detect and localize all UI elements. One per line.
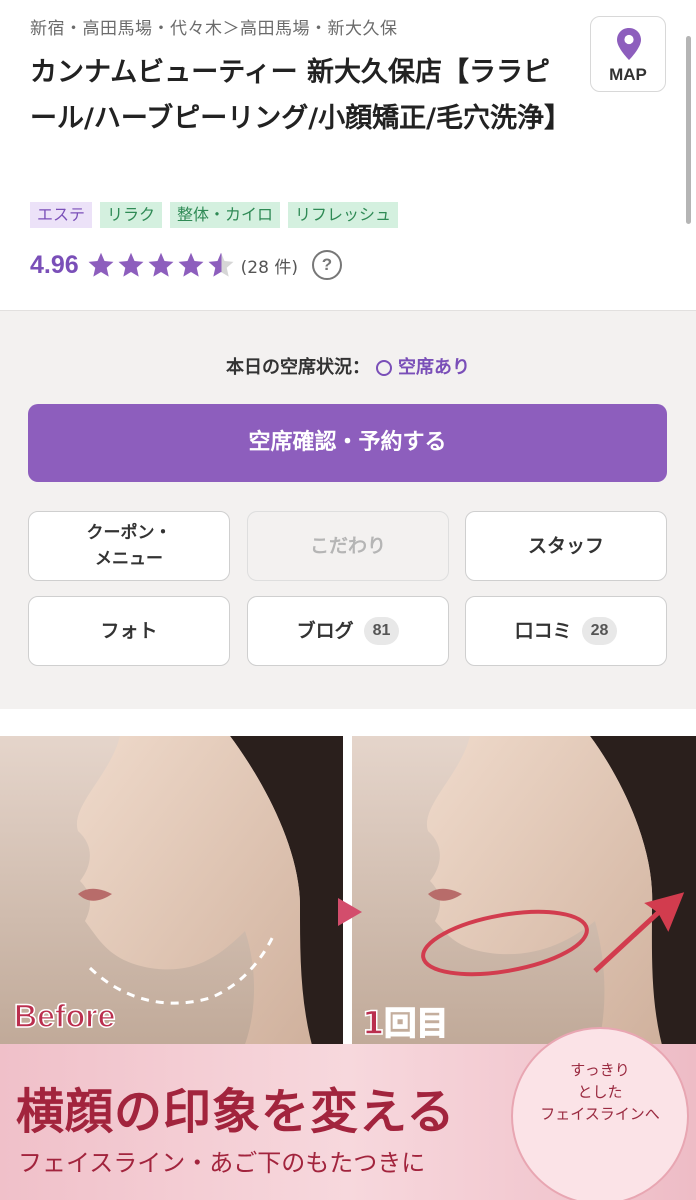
circle-line-3: フェイスラインへ	[540, 1105, 660, 1123]
reservation-panel: 本日の空席状況： 空席あり 空席確認・予約する クーポン・ メニュー こだわり ス…	[0, 310, 696, 709]
map-button[interactable]: MAP	[590, 16, 666, 92]
availability-status: 本日の空席状況： 空席あり	[0, 353, 696, 379]
staff-button[interactable]: スタッフ	[465, 511, 667, 581]
tag-relax: リラク	[100, 202, 163, 228]
salon-header: 新宿・高田馬場・代々木＞高田馬場・新大久保 カンナムビューティー 新大久保店【ラ…	[0, 0, 696, 310]
after-label: 1回目	[361, 1003, 449, 1043]
reviews-label: 口コミ	[514, 620, 572, 642]
salon-name: カンナムビューティー 新大久保店【ララピール/ハーブピーリング/小顔矯正/毛穴洗…	[30, 57, 571, 134]
scrollbar[interactable]	[686, 36, 691, 224]
category-tags: エステ リラク 整体・カイロ リフレッシュ	[30, 202, 399, 228]
blog-label: ブログ	[296, 620, 354, 642]
availability-value: 空席あり	[398, 357, 470, 378]
banner-circle-text: すっきり とした フェイスラインへ	[512, 1059, 688, 1125]
kodawari-button: こだわり	[247, 511, 449, 581]
reserve-button[interactable]: 空席確認・予約する	[28, 404, 667, 482]
reviews-button[interactable]: 口コミ 28	[465, 596, 667, 666]
star-icon	[148, 252, 174, 277]
half-star-icon	[208, 252, 234, 277]
availability-label: 本日の空席状況：	[226, 357, 370, 378]
blog-count-badge: 81	[363, 617, 400, 645]
tag-esthe: エステ	[30, 202, 93, 228]
circle-icon	[376, 360, 392, 376]
photo-button[interactable]: フォト	[28, 596, 230, 666]
menu-label: メニュー	[95, 549, 163, 569]
review-count[interactable]: (28 件)	[241, 253, 298, 278]
star-icon	[118, 252, 144, 277]
rating-row: 4.96 (28 件) ?	[30, 247, 342, 283]
star-icon	[178, 252, 204, 277]
breadcrumb[interactable]: 新宿・高田馬場・代々木＞高田馬場・新大久保	[30, 14, 398, 39]
rating-stars	[87, 251, 235, 279]
star-icon	[88, 252, 114, 277]
promo-banner[interactable]: Before 1回目 横顔の印象を変える フェイスライン・あご下のもたつきに す…	[0, 736, 696, 1200]
rating-score: 4.96	[30, 250, 79, 279]
banner-headline: 横顔の印象を変える	[16, 1084, 456, 1140]
before-label: Before	[13, 997, 116, 1035]
tag-seitai: 整体・カイロ	[170, 202, 281, 228]
help-icon[interactable]: ?	[311, 250, 342, 280]
coupon-menu-button[interactable]: クーポン・ メニュー	[28, 511, 230, 581]
tag-refresh: リフレッシュ	[288, 202, 399, 228]
circle-line-2: とした	[577, 1083, 623, 1101]
reviews-count-badge: 28	[581, 617, 618, 645]
map-label: MAP	[609, 65, 647, 84]
blog-button[interactable]: ブログ 81	[247, 596, 449, 666]
map-pin-icon	[617, 28, 641, 60]
circle-line-1: すっきり	[570, 1061, 630, 1079]
banner-subline: フェイスライン・あご下のもたつきに	[18, 1149, 426, 1177]
coupon-label: クーポン・	[86, 523, 172, 543]
